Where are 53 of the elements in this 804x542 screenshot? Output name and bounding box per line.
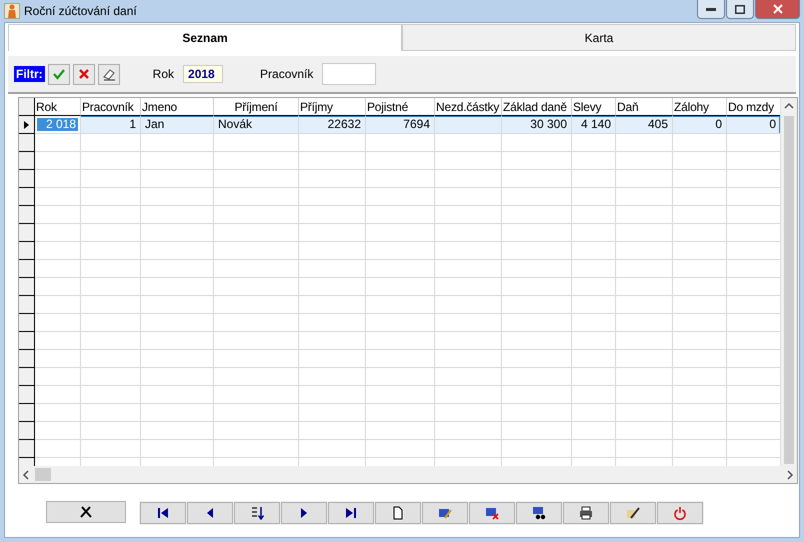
tab[interactable]: Seznam — [8, 24, 402, 51]
edit-record-button[interactable] — [422, 502, 468, 524]
maximize-icon — [735, 4, 745, 14]
eraser-icon — [102, 67, 116, 81]
apply-filter-button[interactable] — [48, 64, 70, 84]
skip-first-icon — [156, 506, 170, 520]
next-record-button[interactable] — [281, 502, 327, 524]
sort-button[interactable] — [234, 502, 280, 524]
cross-icon — [79, 505, 93, 519]
power-button[interactable] — [657, 502, 703, 524]
cross-icon — [76, 67, 91, 81]
edit-icon — [438, 506, 452, 520]
checkmark-icon — [52, 67, 66, 81]
binoculars-icon — [532, 506, 546, 520]
close-icon — [772, 4, 782, 14]
cancel-button[interactable] — [46, 501, 126, 523]
filter-label: Filtr: — [14, 66, 45, 82]
scroll-thumb[interactable] — [35, 468, 51, 481]
year-field[interactable]: 2018 — [183, 65, 224, 83]
previous-record-button[interactable] — [187, 502, 233, 524]
employee-field[interactable] — [322, 63, 376, 85]
printer-icon — [579, 506, 593, 520]
close-button[interactable] — [755, 0, 800, 19]
window-title: Roční zúčtování daní — [24, 4, 137, 18]
tools-button[interactable] — [610, 502, 656, 524]
find-record-button[interactable] — [516, 502, 562, 524]
scroll-thumb[interactable] — [784, 116, 794, 464]
year-label: Rok — [152, 67, 174, 81]
new-record-button[interactable] — [375, 502, 421, 524]
first-record-button[interactable] — [140, 502, 186, 524]
pencil-icon — [626, 506, 640, 520]
clear-filter-button[interactable] — [98, 64, 120, 84]
minimize-icon — [706, 8, 716, 10]
tab[interactable]: Karta — [402, 24, 796, 51]
vertical-scrollbar[interactable] — [780, 98, 797, 466]
cancel-filter-button[interactable] — [72, 64, 95, 84]
current-row-icon — [24, 120, 29, 128]
corner-header — [19, 98, 35, 116]
skip-last-icon — [344, 506, 358, 520]
power-icon — [673, 506, 687, 520]
sort-icon — [250, 506, 264, 520]
delete-icon — [485, 506, 499, 520]
last-record-button[interactable] — [328, 502, 374, 524]
minimize-button[interactable] — [697, 0, 725, 19]
page-icon — [391, 506, 405, 520]
print-button[interactable] — [563, 502, 609, 524]
app-icon — [4, 3, 20, 19]
maximize-button[interactable] — [726, 0, 754, 19]
table-row[interactable]: 2 018 1 Jan Novák 22632 7694 30 300 4 140 405 0 0 — [19, 116, 780, 134]
table-cell: 2 018 — [35, 116, 81, 134]
horizontal-scrollbar[interactable] — [19, 466, 797, 483]
delete-record-button[interactable] — [469, 502, 515, 524]
employee-label: Pracovník — [260, 67, 314, 81]
